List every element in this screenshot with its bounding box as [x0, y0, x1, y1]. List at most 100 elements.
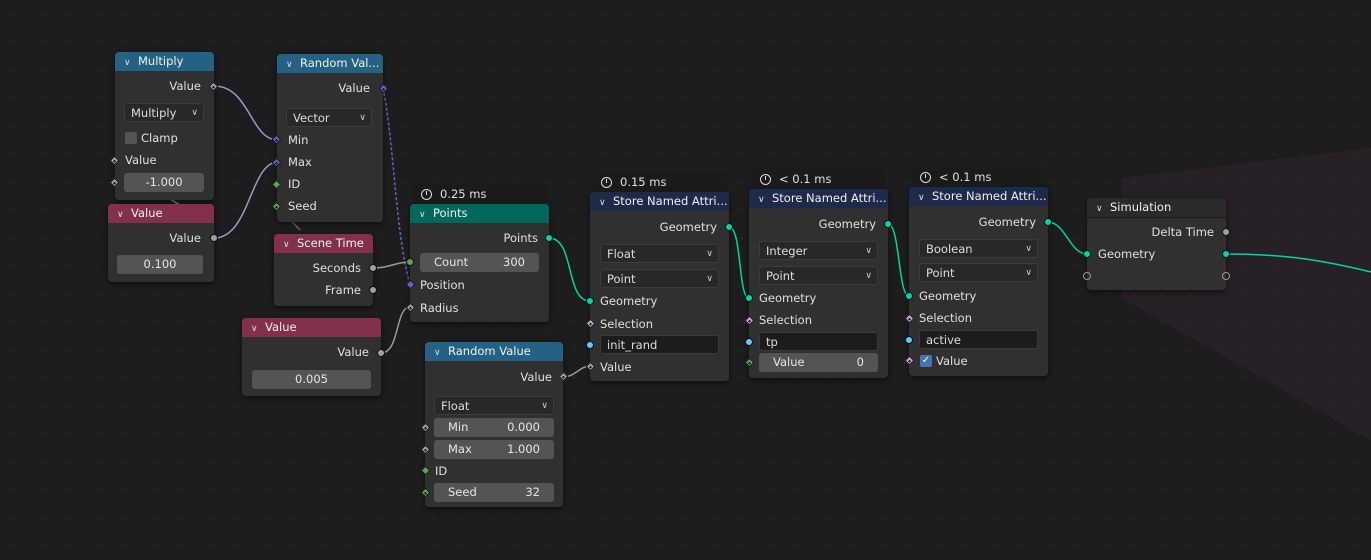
- min-socket[interactable]: [271, 134, 282, 145]
- store-named-attribute-node-3[interactable]: ∨ Store Named Attri... Geometry Boolean ∨ …: [904, 187, 1052, 376]
- geometry-input-socket[interactable]: [586, 297, 594, 305]
- link-points-to-geometry: [548, 237, 591, 302]
- name-socket[interactable]: [586, 341, 594, 349]
- geometry-input-socket[interactable]: [745, 294, 753, 302]
- output-socket[interactable]: [378, 83, 389, 94]
- value-socket[interactable]: [744, 357, 755, 368]
- frame-socket[interactable]: [369, 286, 377, 294]
- domain-dropdown[interactable]: Point ∨: [600, 269, 719, 288]
- collapse-chevron-icon[interactable]: ∨: [599, 194, 613, 211]
- value-node-header[interactable]: ∨ Value: [108, 204, 214, 223]
- points-header[interactable]: ∨ Points: [410, 204, 549, 223]
- simulation-input-node[interactable]: ∨ Simulation Delta Time Geometry: [1083, 198, 1230, 290]
- max-socket[interactable]: [271, 157, 282, 168]
- seed-socket[interactable]: [271, 201, 282, 212]
- collapse-chevron-icon[interactable]: ∨: [918, 189, 932, 206]
- geometry-output-socket[interactable]: [725, 223, 733, 231]
- id-socket[interactable]: [420, 465, 431, 476]
- empty-input-socket[interactable]: [1083, 272, 1091, 280]
- value-field[interactable]: 0.005: [252, 370, 371, 389]
- multiply-node-header[interactable]: ∨ Multiply: [115, 52, 214, 71]
- input-socket-2[interactable]: [109, 177, 120, 188]
- value-field[interactable]: 0.100: [117, 255, 203, 274]
- collapse-chevron-icon[interactable]: ∨: [286, 56, 300, 73]
- value-node-header[interactable]: ∨ Value: [242, 318, 381, 337]
- radius-socket[interactable]: [405, 302, 416, 313]
- position-socket[interactable]: [405, 279, 416, 290]
- geometry-output-socket[interactable]: [1222, 250, 1230, 258]
- points-node[interactable]: ∨ Points Points Count 300 Position Radius: [405, 204, 553, 322]
- collapse-chevron-icon[interactable]: ∨: [251, 320, 265, 337]
- value-field[interactable]: -1.000: [124, 173, 204, 192]
- input-socket[interactable]: [109, 155, 120, 166]
- scene-time-node[interactable]: ∨ Scene Time Seconds Frame: [274, 234, 377, 306]
- name-socket[interactable]: [905, 336, 913, 344]
- seed-socket[interactable]: [420, 487, 431, 498]
- selection-socket[interactable]: [585, 318, 596, 329]
- selection-socket[interactable]: [744, 315, 755, 326]
- random-value-header[interactable]: ∨ Random Value: [425, 342, 563, 361]
- attribute-name-field[interactable]: active: [919, 330, 1038, 349]
- output-socket[interactable]: [377, 349, 385, 357]
- collapse-chevron-icon[interactable]: ∨: [758, 191, 772, 208]
- output-socket[interactable]: [558, 371, 569, 382]
- seconds-socket[interactable]: [369, 264, 377, 272]
- store-attribute-header[interactable]: ∨ Store Named Attri...: [590, 192, 729, 211]
- collapse-chevron-icon[interactable]: ∨: [117, 206, 131, 223]
- type-dropdown[interactable]: Vector ∨: [286, 108, 372, 127]
- attribute-name-field[interactable]: init_rand: [600, 335, 719, 354]
- random-value-header[interactable]: ∨ Random Val...: [277, 54, 383, 73]
- multiply-node[interactable]: ∨ Multiply Value Multiply ∨ Clamp Value -1…: [109, 52, 219, 200]
- store-named-attribute-node-2[interactable]: ∨ Store Named Attri... Geometry Integer ∨ …: [744, 189, 892, 378]
- clamp-checkbox[interactable]: [125, 132, 137, 144]
- collapse-chevron-icon[interactable]: ∨: [283, 236, 297, 253]
- seed-field[interactable]: Seed 32: [434, 483, 554, 502]
- empty-output-socket[interactable]: [1222, 272, 1230, 280]
- value-socket[interactable]: [585, 361, 596, 372]
- node-title: Store Named Attri...: [772, 191, 887, 205]
- random-value-vector-node[interactable]: ∨ Random Val... Value Vector ∨ Min Max ID …: [271, 54, 389, 222]
- data-type-dropdown[interactable]: Integer ∨: [759, 241, 878, 260]
- store-attribute-header[interactable]: ∨ Store Named Attri...: [749, 189, 888, 208]
- count-field[interactable]: Count 300: [420, 253, 539, 272]
- min-field[interactable]: Min 0.000: [434, 418, 554, 437]
- type-dropdown[interactable]: Float ∨: [434, 396, 554, 415]
- collapse-chevron-icon[interactable]: ∨: [419, 206, 433, 223]
- value-socket[interactable]: [904, 355, 915, 366]
- node-title: Store Named Attri...: [613, 194, 728, 208]
- points-output-socket[interactable]: [545, 234, 553, 242]
- value-field[interactable]: Value 0: [759, 353, 878, 372]
- min-socket[interactable]: [420, 422, 431, 433]
- collapse-chevron-icon[interactable]: ∨: [1096, 200, 1110, 217]
- id-socket[interactable]: [271, 179, 282, 190]
- simulation-header[interactable]: ∨ Simulation: [1087, 198, 1226, 218]
- geometry-input-socket[interactable]: [1083, 250, 1091, 258]
- attribute-name-field[interactable]: tp: [759, 332, 878, 351]
- max-socket[interactable]: [420, 444, 431, 455]
- collapse-chevron-icon[interactable]: ∨: [434, 344, 448, 361]
- count-socket[interactable]: [406, 258, 414, 266]
- random-value-float-node[interactable]: ∨ Random Value Value Float ∨ Min 0.000 Max 1…: [420, 342, 569, 507]
- selection-socket[interactable]: [904, 313, 915, 324]
- collapse-chevron-icon[interactable]: ∨: [124, 54, 138, 71]
- scene-time-header[interactable]: ∨ Scene Time: [274, 234, 373, 253]
- data-type-dropdown[interactable]: Float ∨: [600, 244, 719, 263]
- value-node-2[interactable]: ∨ Value Value 0.005: [242, 318, 385, 396]
- geometry-input-socket[interactable]: [905, 292, 913, 300]
- store-named-attribute-node-1[interactable]: ∨ Store Named Attri... Geometry Float ∨ Po…: [585, 192, 733, 381]
- store-attribute-header[interactable]: ∨ Store Named Attri...: [909, 187, 1048, 206]
- output-label: Value: [338, 81, 370, 95]
- data-type-dropdown[interactable]: Boolean ∨: [919, 239, 1038, 258]
- geometry-output-socket[interactable]: [1044, 218, 1052, 226]
- max-field[interactable]: Max 1.000: [434, 440, 554, 459]
- operation-dropdown[interactable]: Multiply ∨: [124, 103, 204, 122]
- name-socket[interactable]: [745, 338, 753, 346]
- output-socket[interactable]: [208, 81, 219, 92]
- geometry-output-socket[interactable]: [884, 220, 892, 228]
- value-node[interactable]: ∨ Value Value 0.100: [108, 204, 218, 282]
- value-checkbox[interactable]: ✓: [920, 355, 932, 367]
- domain-dropdown[interactable]: Point ∨: [919, 263, 1038, 282]
- output-socket[interactable]: [210, 234, 218, 242]
- domain-dropdown[interactable]: Point ∨: [759, 266, 878, 285]
- delta-time-socket[interactable]: [1222, 228, 1230, 236]
